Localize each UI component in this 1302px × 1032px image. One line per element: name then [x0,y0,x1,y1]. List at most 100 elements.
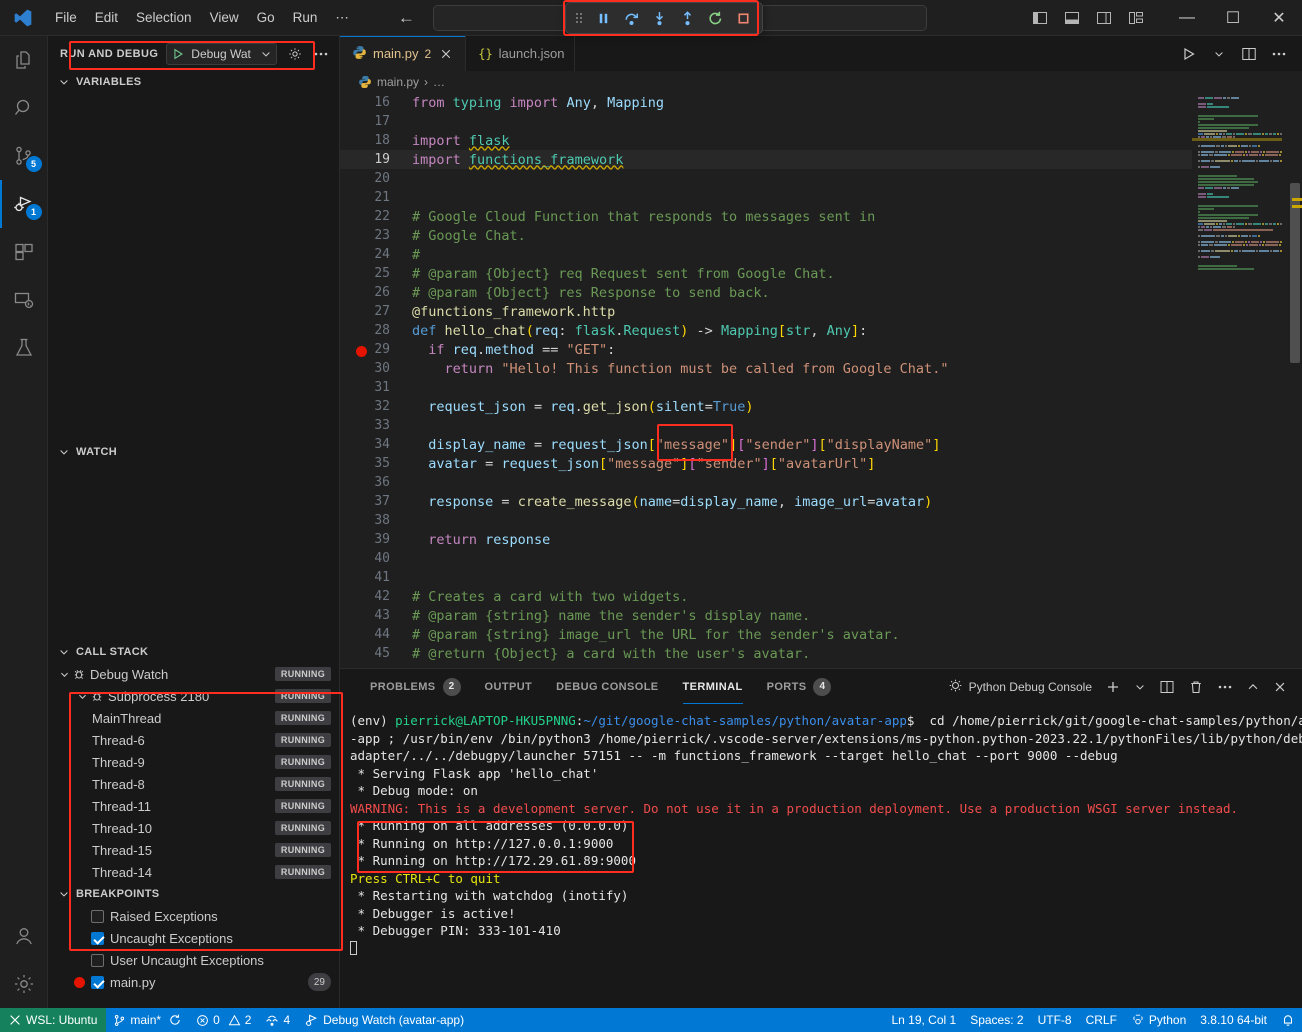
debug-toolbar[interactable] [565,2,763,34]
activity-item-search[interactable] [0,84,48,132]
toggle-primary-sidebar-icon[interactable] [1026,5,1054,31]
code-line[interactable]: 45# @return {Object} a card with the use… [340,644,1192,663]
code-line[interactable]: 39 return response [340,530,1192,549]
code-line[interactable]: 19import functions_framework [340,150,1192,169]
pause-button[interactable] [590,6,616,30]
kill-terminal-icon[interactable] [1183,674,1209,700]
maximize-panel-icon[interactable] [1241,674,1265,700]
line-number[interactable]: 31 [340,380,402,395]
code-line[interactable]: 21 [340,188,1192,207]
menu-more[interactable]: ⋯ [326,6,358,30]
editor-more-actions-icon[interactable] [1266,41,1292,67]
breakpoint-row[interactable]: Uncaught Exceptions [48,927,339,949]
minimap[interactable] [1192,93,1302,668]
call-stack-row[interactable]: MainThreadRUNNING [48,707,339,729]
activity-item-source-control[interactable]: 5 [0,132,48,180]
panel-tab-ports[interactable]: PORTS4 [755,669,844,704]
run-python-file-icon[interactable] [1176,41,1202,67]
active-terminal-label[interactable]: Python Debug Console [943,674,1097,700]
code-line[interactable]: 37 response = create_message(name=displa… [340,492,1192,511]
activity-item-extensions[interactable] [0,228,48,276]
code-line[interactable]: 41 [340,568,1192,587]
status-ports[interactable]: 4 [258,1008,297,1032]
code-line[interactable]: 34 display_name = request_json["message"… [340,435,1192,454]
status-language-mode[interactable]: Python [1124,1008,1193,1032]
code-line[interactable]: 24# [340,245,1192,264]
variables-section-header[interactable]: VARIABLES [48,71,339,93]
activity-item-manage-settings[interactable] [0,960,48,1008]
toggle-panel-icon[interactable] [1058,5,1086,31]
line-number[interactable]: 39 [340,532,402,547]
close-panel-icon[interactable] [1268,674,1292,700]
status-notifications[interactable] [1274,1008,1302,1032]
line-number[interactable]: 25 [340,266,402,281]
call-stack-row[interactable]: Debug WatchRUNNING [48,663,339,685]
code-line[interactable]: 20 [340,169,1192,188]
code-line[interactable]: 17 [340,112,1192,131]
code-line[interactable]: 23# Google Chat. [340,226,1192,245]
call-stack-row[interactable]: Thread-8RUNNING [48,773,339,795]
sidebar-more-actions-icon[interactable] [311,44,331,64]
code-line[interactable]: 18import flask [340,131,1192,150]
split-editor-icon[interactable] [1236,41,1262,67]
breakpoint-dot-icon[interactable] [356,346,367,357]
status-indentation[interactable]: Spaces: 2 [963,1008,1030,1032]
call-stack-row[interactable]: Thread-11RUNNING [48,795,339,817]
line-number[interactable]: 41 [340,570,402,585]
panel-tab-debug-console[interactable]: DEBUG CONSOLE [544,669,670,704]
line-number[interactable]: 43 [340,608,402,623]
line-number[interactable]: 21 [340,190,402,205]
call-stack-row[interactable]: Thread-15RUNNING [48,839,339,861]
code-line[interactable]: 40 [340,549,1192,568]
close-button[interactable]: ✕ [1256,0,1302,36]
call-stack-row[interactable]: Thread-9RUNNING [48,751,339,773]
toggle-secondary-sidebar-icon[interactable] [1090,5,1118,31]
close-icon[interactable] [437,45,455,63]
panel-tab-output[interactable]: OUTPUT [473,669,545,704]
status-encoding[interactable]: UTF-8 [1031,1008,1079,1032]
line-number[interactable]: 38 [340,513,402,528]
line-number[interactable]: 27 [340,304,402,319]
menu-edit[interactable]: Edit [86,6,127,29]
chevron-down-icon[interactable] [56,666,72,682]
code-line[interactable]: 27@functions_framework.http [340,302,1192,321]
line-number[interactable]: 34 [340,437,402,452]
open-launch-settings-icon[interactable] [285,44,305,64]
line-number[interactable]: 24 [340,247,402,262]
breadcrumb-symbol[interactable]: … [433,75,445,89]
debug-toolbar-drag-handle[interactable] [572,6,588,30]
menu-run[interactable]: Run [284,6,327,29]
line-number[interactable]: 30 [340,361,402,376]
call-stack-row[interactable]: Thread-10RUNNING [48,817,339,839]
status-interpreter[interactable]: 3.8.10 64-bit [1193,1008,1274,1032]
chevron-down-icon[interactable] [74,688,90,704]
breakpoint-row[interactable]: Raised Exceptions [48,905,339,927]
activity-item-accounts[interactable] [0,912,48,960]
step-over-button[interactable] [618,6,644,30]
code-line[interactable]: 35 avatar = request_json["message"]["sen… [340,454,1192,473]
activity-item-explorer[interactable] [0,36,48,84]
activity-item-remote-explorer[interactable] [0,276,48,324]
line-number[interactable]: 35 [340,456,402,471]
call-stack-row[interactable]: Thread-14RUNNING [48,861,339,883]
step-into-button[interactable] [646,6,672,30]
code-line[interactable]: 42# Creates a card with two widgets. [340,587,1192,606]
status-branch[interactable]: main* [106,1008,189,1032]
menu-view[interactable]: View [201,6,248,29]
split-terminal-icon[interactable] [1154,674,1180,700]
line-number[interactable]: 19 [340,152,402,167]
code-line[interactable]: 25# @param {Object} req Request sent fro… [340,264,1192,283]
panel-tab-problems[interactable]: PROBLEMS2 [358,669,473,704]
code-line[interactable]: 43# @param {string} name the sender's di… [340,606,1192,625]
breakpoint-row[interactable]: main.py29 [48,971,339,993]
code-editor[interactable]: 16from typing import Any, Mapping1718imp… [340,93,1192,668]
editor-scrollbar[interactable] [1288,93,1302,668]
status-debug-session[interactable]: Debug Watch (avatar-app) [297,1008,471,1032]
menu-go[interactable]: Go [248,6,284,29]
line-number[interactable]: 32 [340,399,402,414]
menu-selection[interactable]: Selection [127,6,201,29]
chevron-down-icon[interactable] [1206,41,1232,67]
watch-section-header[interactable]: WATCH [48,441,339,463]
tab-main-py[interactable]: main.py 2 [340,36,466,71]
activity-item-run-and-debug[interactable]: 1 [0,180,48,228]
